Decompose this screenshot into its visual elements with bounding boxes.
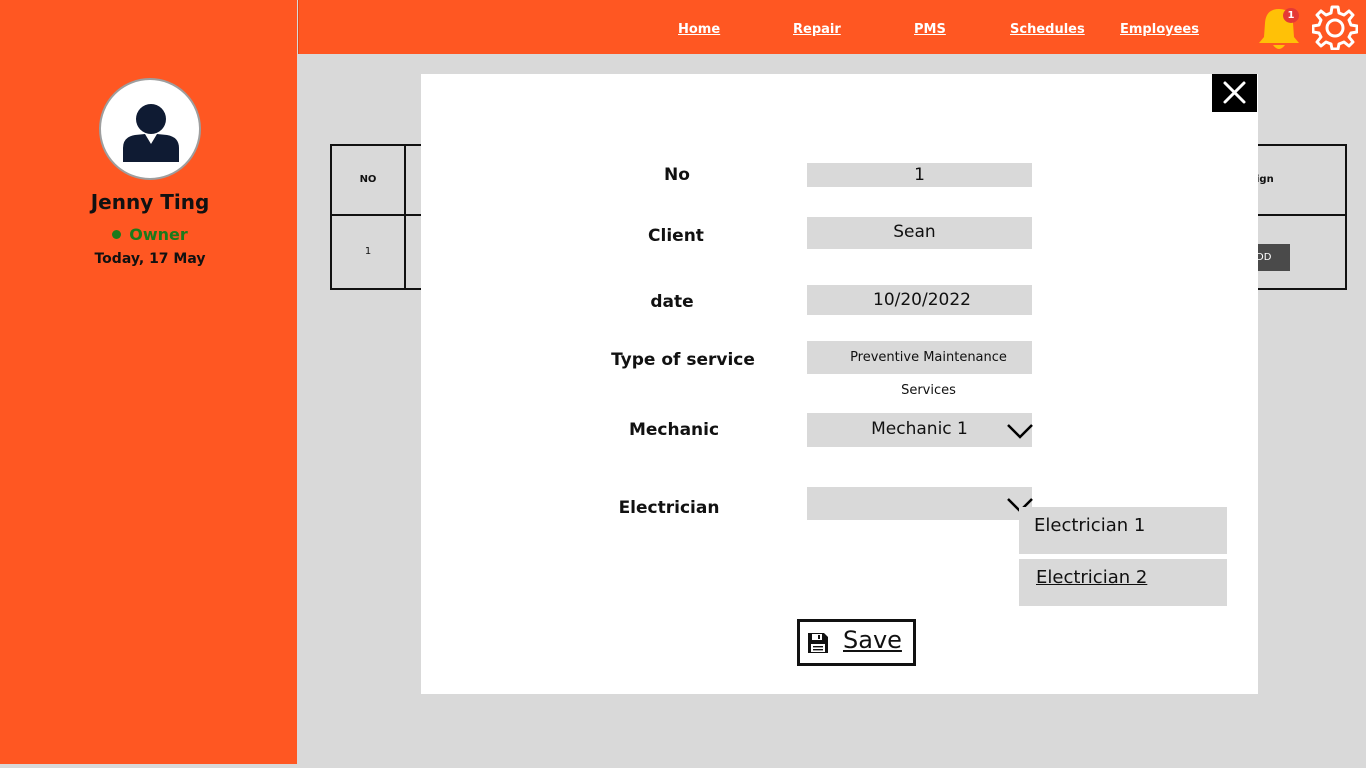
dropdown-option-electrician-1[interactable]: Electrician 1	[1019, 507, 1227, 554]
nav-link-home[interactable]: Home	[678, 22, 720, 37]
label-no: No	[664, 165, 690, 185]
no-field[interactable]: 1	[807, 163, 1032, 187]
current-date: Today, 17 May	[94, 251, 206, 267]
service-type-field[interactable]: Preventive Maintenance Services	[807, 341, 1032, 398]
user-role: Owner	[0, 225, 300, 244]
gear-icon[interactable]	[1311, 4, 1359, 51]
nav-link-pms[interactable]: PMS	[914, 22, 946, 37]
table-cell-no: 1	[364, 246, 372, 257]
label-service-type: Type of service	[611, 350, 755, 370]
electrician-select[interactable]	[807, 487, 1032, 520]
user-avatar-icon	[99, 78, 201, 180]
save-button-label: Save	[843, 626, 902, 654]
floppy-disk-icon	[808, 633, 828, 653]
label-client: Client	[648, 226, 704, 246]
close-button[interactable]	[1212, 74, 1257, 112]
user-role-label: Owner	[129, 225, 188, 244]
table-header-no: NO	[359, 174, 377, 185]
save-button[interactable]: Save	[797, 619, 916, 666]
label-date: date	[650, 292, 694, 312]
table-divider	[404, 144, 406, 290]
status-dot	[112, 230, 122, 239]
nav-link-schedules[interactable]: Schedules	[1010, 22, 1085, 37]
nav-link-employees[interactable]: Employees	[1120, 22, 1199, 37]
notification-badge: 1	[1283, 8, 1299, 23]
dropdown-option-electrician-2[interactable]: Electrician 2	[1019, 559, 1227, 606]
table-header-assign: ign	[1256, 174, 1274, 185]
client-field[interactable]: Sean	[807, 217, 1032, 249]
chevron-down-icon[interactable]	[1007, 422, 1033, 440]
date-field[interactable]: 10/20/2022	[807, 285, 1032, 315]
close-icon	[1223, 81, 1246, 104]
label-mechanic: Mechanic	[628, 420, 720, 440]
user-name: Jenny Ting	[90, 190, 210, 214]
label-electrician: Electrician	[618, 498, 720, 518]
nav-link-repair[interactable]: Repair	[793, 22, 841, 37]
mechanic-select[interactable]: Mechanic 1	[807, 413, 1032, 447]
